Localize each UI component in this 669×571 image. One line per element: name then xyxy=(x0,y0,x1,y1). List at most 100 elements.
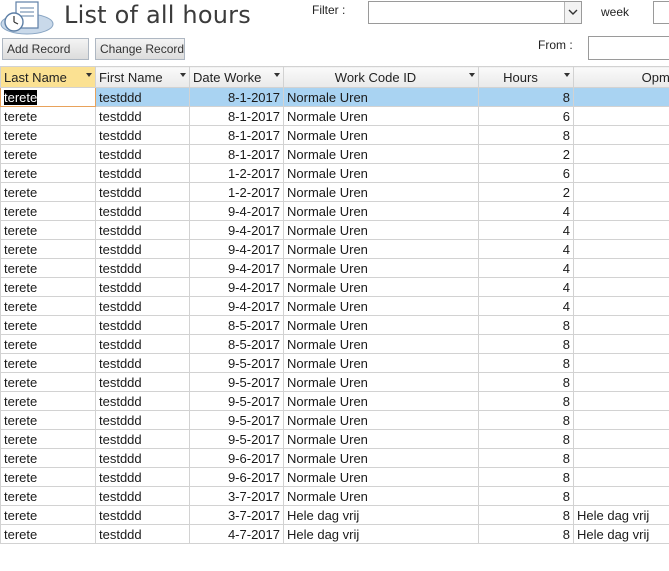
first-name-cell[interactable]: testddd xyxy=(95,429,190,449)
work-code-cell[interactable]: Normale Uren xyxy=(283,391,479,411)
work-code-cell[interactable]: Normale Uren xyxy=(283,353,479,373)
date-worked-cell[interactable]: 9-5-2017 xyxy=(189,429,284,449)
work-code-cell[interactable]: Normale Uren xyxy=(283,220,479,240)
date-worked-cell[interactable]: 3-7-2017 xyxy=(189,505,284,525)
work-code-cell[interactable]: Normale Uren xyxy=(283,125,479,145)
hours-cell[interactable]: 2 xyxy=(478,182,574,202)
date-worked-cell[interactable]: 9-4-2017 xyxy=(189,239,284,259)
last-name-cell[interactable]: terete xyxy=(0,429,96,449)
last-name-cell[interactable]: terete xyxy=(0,106,96,126)
table-row[interactable]: terete testddd 4-7-2017 Hele dag vrij 8 Hele … xyxy=(0,524,669,544)
table-row[interactable]: terete testddd 8-5-2017 Normale Uren 8 xyxy=(0,315,669,335)
sort-dropdown-icon[interactable] xyxy=(180,73,186,77)
work-code-cell[interactable]: Normale Uren xyxy=(283,315,479,335)
first-name-cell[interactable]: testddd xyxy=(95,486,190,506)
first-name-cell[interactable]: testddd xyxy=(95,296,190,316)
datasheet[interactable]: Last Name First Name Date Worke Work Cod… xyxy=(0,66,669,571)
work-code-cell[interactable]: Normale Uren xyxy=(283,296,479,316)
filter-select[interactable] xyxy=(368,1,582,24)
opmerking-cell[interactable] xyxy=(573,239,669,259)
first-name-cell[interactable]: testddd xyxy=(95,220,190,240)
date-worked-cell[interactable]: 9-6-2017 xyxy=(189,448,284,468)
column-header-work-code[interactable]: Work Code ID xyxy=(283,66,479,88)
hours-cell[interactable]: 8 xyxy=(478,505,574,525)
last-name-cell[interactable]: terete xyxy=(0,182,96,202)
last-name-cell[interactable]: terete xyxy=(0,410,96,430)
column-header-last-name[interactable]: Last Name xyxy=(0,66,96,88)
table-row[interactable]: terete testddd 9-4-2017 Normale Uren 4 xyxy=(0,239,669,259)
opmerking-cell[interactable] xyxy=(573,391,669,411)
opmerking-cell[interactable] xyxy=(573,372,669,392)
table-row[interactable]: terete testddd 9-6-2017 Normale Uren 8 xyxy=(0,448,669,468)
first-name-cell[interactable]: testddd xyxy=(95,448,190,468)
hours-cell[interactable]: 4 xyxy=(478,258,574,278)
hours-cell[interactable]: 8 xyxy=(478,524,574,544)
first-name-cell[interactable]: testddd xyxy=(95,258,190,278)
work-code-cell[interactable]: Hele dag vrij xyxy=(283,524,479,544)
opmerking-cell[interactable] xyxy=(573,125,669,145)
last-name-cell[interactable]: terete xyxy=(0,87,96,107)
first-name-cell[interactable]: testddd xyxy=(95,315,190,335)
column-header-first-name[interactable]: First Name xyxy=(95,66,190,88)
opmerking-cell[interactable]: Hele dag vrij xyxy=(573,505,669,525)
hours-cell[interactable]: 8 xyxy=(478,125,574,145)
opmerking-cell[interactable] xyxy=(573,258,669,278)
date-worked-cell[interactable]: 8-1-2017 xyxy=(189,87,284,107)
first-name-cell[interactable]: testddd xyxy=(95,182,190,202)
last-name-cell[interactable]: terete xyxy=(0,372,96,392)
work-code-cell[interactable]: Normale Uren xyxy=(283,486,479,506)
hours-cell[interactable]: 2 xyxy=(478,144,574,164)
table-row[interactable]: terete testddd 9-5-2017 Normale Uren 8 xyxy=(0,391,669,411)
first-name-cell[interactable]: testddd xyxy=(95,372,190,392)
first-name-cell[interactable]: testddd xyxy=(95,334,190,354)
hours-cell[interactable]: 8 xyxy=(478,429,574,449)
last-name-cell[interactable]: terete xyxy=(0,296,96,316)
opmerking-cell[interactable] xyxy=(573,353,669,373)
work-code-cell[interactable]: Normale Uren xyxy=(283,163,479,183)
work-code-cell[interactable]: Normale Uren xyxy=(283,410,479,430)
table-row[interactable]: terete testddd 1-2-2017 Normale Uren 2 xyxy=(0,182,669,202)
work-code-cell[interactable]: Normale Uren xyxy=(283,182,479,202)
first-name-cell[interactable]: testddd xyxy=(95,239,190,259)
hours-cell[interactable]: 8 xyxy=(478,410,574,430)
date-worked-cell[interactable]: 9-5-2017 xyxy=(189,353,284,373)
work-code-cell[interactable]: Normale Uren xyxy=(283,372,479,392)
chevron-down-icon[interactable] xyxy=(564,2,581,23)
opmerking-cell[interactable] xyxy=(573,220,669,240)
date-worked-cell[interactable]: 8-1-2017 xyxy=(189,106,284,126)
first-name-cell[interactable]: testddd xyxy=(95,410,190,430)
last-name-cell[interactable]: terete xyxy=(0,144,96,164)
last-name-cell[interactable]: terete xyxy=(0,334,96,354)
work-code-cell[interactable]: Normale Uren xyxy=(283,87,479,107)
table-row[interactable]: terete testddd 9-6-2017 Normale Uren 8 xyxy=(0,467,669,487)
hours-cell[interactable]: 8 xyxy=(478,467,574,487)
date-worked-cell[interactable]: 9-4-2017 xyxy=(189,296,284,316)
work-code-cell[interactable]: Hele dag vrij xyxy=(283,505,479,525)
work-code-cell[interactable]: Normale Uren xyxy=(283,106,479,126)
from-input[interactable] xyxy=(588,36,669,60)
table-row[interactable]: terete testddd 9-5-2017 Normale Uren 8 xyxy=(0,429,669,449)
hours-cell[interactable]: 6 xyxy=(478,163,574,183)
date-worked-cell[interactable]: 4-7-2017 xyxy=(189,524,284,544)
work-code-cell[interactable]: Normale Uren xyxy=(283,429,479,449)
date-worked-cell[interactable]: 8-1-2017 xyxy=(189,125,284,145)
sort-dropdown-icon[interactable] xyxy=(469,73,475,77)
opmerking-cell[interactable] xyxy=(573,486,669,506)
hours-cell[interactable]: 8 xyxy=(478,334,574,354)
opmerking-cell[interactable] xyxy=(573,144,669,164)
first-name-cell[interactable]: testddd xyxy=(95,201,190,221)
first-name-cell[interactable]: testddd xyxy=(95,353,190,373)
last-name-cell[interactable]: terete xyxy=(0,239,96,259)
last-name-cell[interactable]: terete xyxy=(0,220,96,240)
sort-dropdown-icon[interactable] xyxy=(274,73,280,77)
change-record-button[interactable]: Change Record xyxy=(95,38,185,60)
opmerking-cell[interactable] xyxy=(573,315,669,335)
work-code-cell[interactable]: Normale Uren xyxy=(283,144,479,164)
opmerking-cell[interactable] xyxy=(573,106,669,126)
first-name-cell[interactable]: testddd xyxy=(95,106,190,126)
opmerking-cell[interactable] xyxy=(573,87,669,107)
table-row[interactable]: terete testddd 8-1-2017 Normale Uren 6 xyxy=(0,106,669,126)
opmerking-cell[interactable] xyxy=(573,296,669,316)
hours-cell[interactable]: 8 xyxy=(478,353,574,373)
date-worked-cell[interactable]: 8-1-2017 xyxy=(189,144,284,164)
